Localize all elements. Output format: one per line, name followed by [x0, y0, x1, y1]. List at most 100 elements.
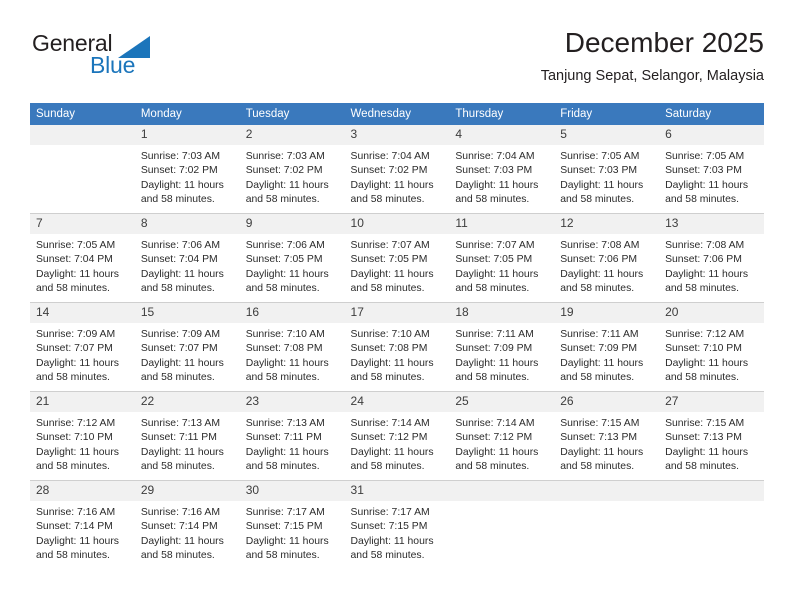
day-number: 12 [554, 214, 660, 234]
day-sun-info: Sunrise: 7:03 AM Sunset: 7:02 PM Daylight:… [240, 145, 345, 208]
calendar-day-cell[interactable]: 9 Sunrise: 7:06 AM Sunset: 7:05 PM Daylight… [239, 213, 345, 303]
calendar-day-cell[interactable]: 21 Sunrise: 7:12 AM Sunset: 7:10 PM Dayligh… [30, 391, 135, 481]
calendar-day-cell[interactable]: 12 Sunrise: 7:08 AM Sunset: 7:06 PM Dayligh… [554, 213, 660, 303]
calendar-day-cell[interactable]: 11 Sunrise: 7:07 AM Sunset: 7:05 PM Dayligh… [449, 213, 555, 303]
calendar-day-cell[interactable]: 22 Sunrise: 7:13 AM Sunset: 7:11 PM Dayligh… [134, 391, 240, 481]
calendar-day-cell[interactable]: 13 Sunrise: 7:08 AM Sunset: 7:06 PM Dayligh… [659, 213, 764, 303]
sunset-time: Sunset: 7:04 PM [36, 254, 113, 266]
calendar-day-cell[interactable]: 10 Sunrise: 7:07 AM Sunset: 7:05 PM Dayligh… [344, 213, 450, 303]
day-number: 10 [344, 214, 450, 234]
day-number: 3 [344, 125, 450, 145]
sunset-time: Sunset: 7:05 PM [245, 254, 323, 266]
calendar-day-cell[interactable]: 23 Sunrise: 7:13 AM Sunset: 7:11 PM Dayligh… [239, 391, 345, 481]
calendar-day-cell[interactable]: 30 Sunrise: 7:17 AM Sunset: 7:15 PM Dayligh… [239, 480, 345, 569]
calendar-day-cell[interactable]: 2 Sunrise: 7:03 AM Sunset: 7:02 PM Daylight… [239, 125, 345, 214]
day-sun-info: Sunrise: 7:14 AM Sunset: 7:12 PM Daylight:… [345, 412, 450, 475]
sunrise-time: Sunrise: 7:09 AM [140, 329, 220, 340]
calendar-day-cell[interactable]: 25 Sunrise: 7:14 AM Sunset: 7:12 PM Dayligh… [449, 391, 555, 481]
daylight-duration-line1: Daylight: 11 hours [455, 179, 539, 191]
daylight-duration-line1: Daylight: 11 hours [36, 446, 119, 458]
day-sun-info: Sunrise: 7:05 AM Sunset: 7:03 PM Daylight:… [554, 145, 659, 208]
calendar-day-cell[interactable]: 8 Sunrise: 7:06 AM Sunset: 7:04 PM Daylight… [134, 213, 240, 303]
daylight-duration-line2: and 58 minutes. [455, 283, 530, 295]
sunrise-time: Sunrise: 7:08 AM [665, 240, 745, 251]
calendar-week-row: 7 Sunrise: 7:05 AM Sunset: 7:04 PM Daylight… [30, 213, 764, 303]
calendar-day-cell[interactable]: 28 Sunrise: 7:16 AM Sunset: 7:14 PM Dayligh… [30, 480, 135, 569]
daylight-duration-line2: and 58 minutes. [350, 372, 425, 384]
day-number [659, 481, 764, 501]
daylight-duration-line2: and 58 minutes. [140, 461, 215, 473]
generalblue-logo[interactable]: General Blue [30, 28, 170, 84]
sunrise-time: Sunrise: 7:13 AM [140, 418, 220, 429]
sunrise-time: Sunrise: 7:04 AM [350, 151, 430, 162]
calendar-day-cell[interactable]: 19 Sunrise: 7:11 AM Sunset: 7:09 PM Dayligh… [554, 302, 660, 392]
calendar-day-cell[interactable]: 5 Sunrise: 7:05 AM Sunset: 7:03 PM Daylight… [554, 125, 660, 214]
calendar-day-cell[interactable]: 16 Sunrise: 7:10 AM Sunset: 7:08 PM Dayligh… [239, 302, 345, 392]
sunrise-time: Sunrise: 7:06 AM [245, 240, 325, 251]
calendar-day-cell[interactable]: 3 Sunrise: 7:04 AM Sunset: 7:02 PM Daylight… [344, 125, 450, 214]
day-sun-info: Sunrise: 7:09 AM Sunset: 7:07 PM Daylight:… [135, 323, 240, 386]
daylight-duration-line1: Daylight: 11 hours [245, 268, 329, 280]
title-block: December 2025 Tanjung Sepat, Selangor, M… [541, 26, 764, 86]
calendar-day-cell[interactable]: 4 Sunrise: 7:04 AM Sunset: 7:03 PM Daylight… [449, 125, 555, 214]
sunrise-time: Sunrise: 7:15 AM [665, 418, 745, 429]
daylight-duration-line1: Daylight: 11 hours [560, 357, 644, 369]
daylight-duration-line2: and 58 minutes. [36, 461, 110, 473]
daylight-duration-line1: Daylight: 11 hours [350, 268, 434, 280]
daylight-duration-line1: Daylight: 11 hours [455, 357, 539, 369]
daylight-duration-line2: and 58 minutes. [245, 550, 320, 562]
calendar-day-cell[interactable]: 24 Sunrise: 7:14 AM Sunset: 7:12 PM Dayligh… [344, 391, 450, 481]
daylight-duration-line2: and 58 minutes. [350, 283, 425, 295]
sunset-time: Sunset: 7:06 PM [560, 254, 638, 266]
sunrise-time: Sunrise: 7:17 AM [245, 507, 325, 518]
daylight-duration-line2: and 58 minutes. [245, 283, 320, 295]
sunrise-time: Sunrise: 7:16 AM [140, 507, 220, 518]
sunset-time: Sunset: 7:11 PM [245, 432, 322, 444]
calendar-day-cell[interactable]: 20 Sunrise: 7:12 AM Sunset: 7:10 PM Dayligh… [659, 302, 764, 392]
daylight-duration-line2: and 58 minutes. [560, 194, 635, 206]
day-number: 28 [30, 481, 135, 501]
sunrise-time: Sunrise: 7:06 AM [140, 240, 220, 251]
sunrise-time: Sunrise: 7:10 AM [245, 329, 325, 340]
day-number: 2 [239, 125, 345, 145]
day-number: 9 [239, 214, 345, 234]
daylight-duration-line2: and 58 minutes. [560, 372, 635, 384]
day-number: 13 [659, 214, 764, 234]
day-sun-info: Sunrise: 7:16 AM Sunset: 7:14 PM Daylight:… [135, 501, 240, 564]
calendar-day-cell[interactable]: 7 Sunrise: 7:05 AM Sunset: 7:04 PM Daylight… [30, 213, 135, 303]
calendar-day-cell[interactable]: 31 Sunrise: 7:17 AM Sunset: 7:15 PM Dayligh… [344, 480, 450, 569]
calendar-day-cell[interactable]: 6 Sunrise: 7:05 AM Sunset: 7:03 PM Daylight… [659, 125, 764, 214]
calendar-day-cell[interactable]: 14 Sunrise: 7:09 AM Sunset: 7:07 PM Dayligh… [30, 302, 135, 392]
calendar-day-cell[interactable]: 15 Sunrise: 7:09 AM Sunset: 7:07 PM Dayligh… [134, 302, 240, 392]
sunset-time: Sunset: 7:08 PM [350, 343, 428, 355]
sunrise-time: Sunrise: 7:03 AM [245, 151, 325, 162]
daylight-duration-line1: Daylight: 11 hours [245, 357, 329, 369]
day-number: 16 [239, 303, 345, 323]
calendar-day-cell[interactable]: 29 Sunrise: 7:16 AM Sunset: 7:14 PM Dayligh… [134, 480, 240, 569]
sunrise-time: Sunrise: 7:13 AM [245, 418, 325, 429]
daylight-duration-line1: Daylight: 11 hours [140, 446, 224, 458]
calendar-page: General Blue December 2025 Tanjung Sepat… [0, 0, 792, 612]
sunset-time: Sunset: 7:15 PM [350, 521, 428, 533]
day-number: 20 [659, 303, 764, 323]
calendar-day-cell[interactable]: 17 Sunrise: 7:10 AM Sunset: 7:08 PM Dayligh… [344, 302, 450, 392]
sunset-time: Sunset: 7:02 PM [245, 165, 323, 177]
daylight-duration-line1: Daylight: 11 hours [665, 268, 749, 280]
daylight-duration-line1: Daylight: 11 hours [350, 357, 434, 369]
sunset-time: Sunset: 7:10 PM [36, 432, 113, 444]
daylight-duration-line1: Daylight: 11 hours [140, 179, 224, 191]
day-number: 15 [134, 303, 240, 323]
calendar-day-cell[interactable]: 26 Sunrise: 7:15 AM Sunset: 7:13 PM Dayligh… [554, 391, 660, 481]
day-sun-info: Sunrise: 7:06 AM Sunset: 7:04 PM Daylight:… [135, 234, 240, 297]
calendar-day-cell[interactable]: 27 Sunrise: 7:15 AM Sunset: 7:13 PM Dayligh… [659, 391, 764, 481]
sunset-time: Sunset: 7:05 PM [350, 254, 428, 266]
daylight-duration-line1: Daylight: 11 hours [36, 268, 119, 280]
sunrise-time: Sunrise: 7:05 AM [560, 151, 640, 162]
sunrise-time: Sunrise: 7:10 AM [350, 329, 430, 340]
daylight-duration-line1: Daylight: 11 hours [350, 535, 434, 547]
calendar-day-cell[interactable]: 1 Sunrise: 7:03 AM Sunset: 7:02 PM Daylight… [134, 125, 240, 214]
day-number: 30 [239, 481, 345, 501]
sunrise-time: Sunrise: 7:04 AM [455, 151, 535, 162]
calendar-day-cell[interactable]: 18 Sunrise: 7:11 AM Sunset: 7:09 PM Dayligh… [449, 302, 555, 392]
sunset-time: Sunset: 7:14 PM [36, 521, 113, 533]
